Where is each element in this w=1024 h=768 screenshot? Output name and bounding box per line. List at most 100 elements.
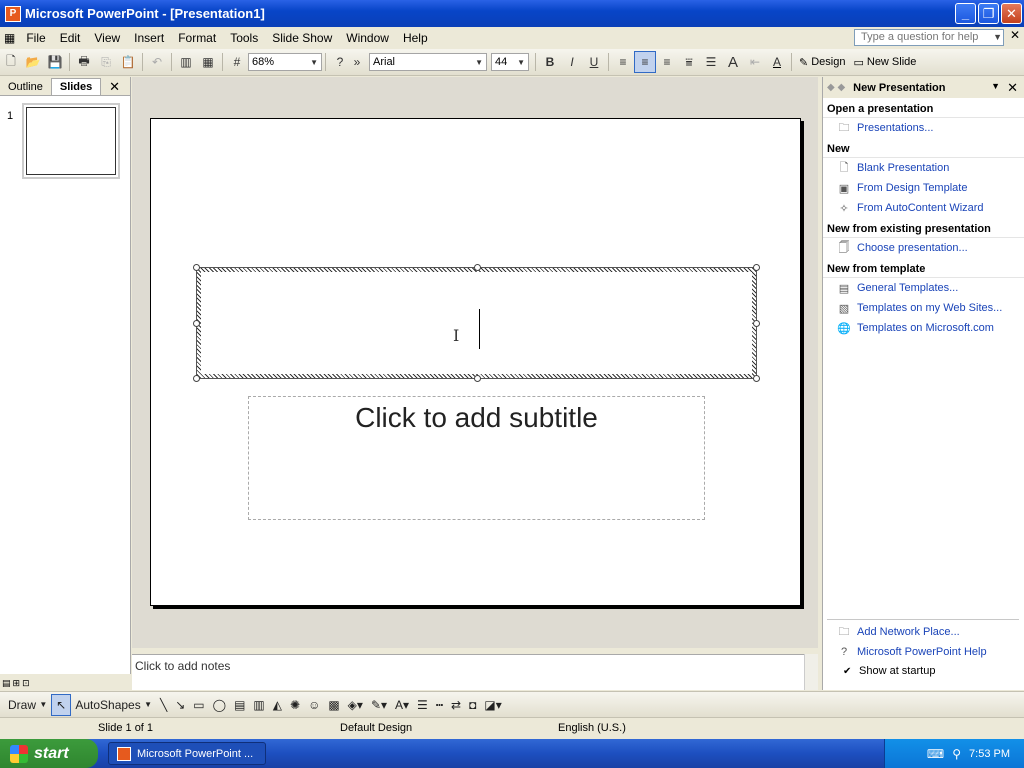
resize-handle[interactable] xyxy=(474,375,481,382)
clipart-icon[interactable]: ☺ xyxy=(304,694,324,716)
insert-table-icon[interactable]: ▦ xyxy=(197,51,219,73)
keyboard-icon[interactable]: ⌨ xyxy=(927,747,944,761)
resize-handle[interactable] xyxy=(474,264,481,271)
menu-format[interactable]: Format xyxy=(171,31,223,45)
italic-button[interactable]: I xyxy=(561,51,583,73)
org-chart-icon[interactable]: ✺ xyxy=(286,694,304,716)
picture-icon[interactable]: ▩ xyxy=(324,694,343,716)
link-microsoft-templates[interactable]: 🌐 Templates on Microsoft.com xyxy=(823,318,1024,338)
resize-handle[interactable] xyxy=(753,375,760,382)
open-icon[interactable]: 📂 xyxy=(22,51,44,73)
menu-tools[interactable]: Tools xyxy=(223,31,265,45)
help-icon[interactable]: ? xyxy=(329,51,351,73)
new-slide-button[interactable]: ▭ New Slide xyxy=(849,56,920,69)
slide-canvas[interactable]: I Click to add subtitle xyxy=(150,118,801,606)
copy-icon[interactable]: ⎘ xyxy=(95,51,117,73)
draw-menu-button[interactable]: Draw ▼ xyxy=(4,694,51,716)
rectangle-icon[interactable]: ▭ xyxy=(189,694,208,716)
oval-icon[interactable]: ◯ xyxy=(209,694,230,716)
align-right-icon[interactable]: ≡ xyxy=(656,51,678,73)
font-select[interactable]: Arial ▼ xyxy=(369,53,487,71)
print-icon[interactable]: 🖶 xyxy=(73,51,95,73)
minimize-button[interactable]: _ xyxy=(955,3,976,24)
link-powerpoint-help[interactable]: ? Microsoft PowerPoint Help xyxy=(823,642,1023,662)
task-pane-nav-icon[interactable]: ◆ ◆ xyxy=(827,82,845,93)
slide-sorter-icon[interactable]: ⊞ xyxy=(13,678,21,689)
font-color-icon[interactable]: A xyxy=(766,51,788,73)
underline-button[interactable]: U xyxy=(583,51,605,73)
powerpoint-icon[interactable]: P xyxy=(5,5,21,22)
link-web-templates[interactable]: ▧ Templates on my Web Sites... xyxy=(823,298,1024,318)
document-close-icon[interactable]: ✕ xyxy=(1010,28,1020,42)
subtitle-placeholder[interactable]: Click to add subtitle xyxy=(248,396,705,520)
normal-view-icon[interactable]: ▤ xyxy=(2,678,11,689)
diagram-icon[interactable]: ◭ xyxy=(269,694,286,716)
insert-chart-icon[interactable]: ▥ xyxy=(175,51,197,73)
resize-handle[interactable] xyxy=(193,375,200,382)
arrow-style-icon[interactable]: ⇄ xyxy=(447,694,465,716)
3d-icon[interactable]: ◪▾ xyxy=(480,694,505,716)
ask-question-input[interactable]: Type a question for help xyxy=(854,29,1004,46)
start-button[interactable]: start xyxy=(0,739,98,768)
taskbar-item-powerpoint[interactable]: Microsoft PowerPoint ... xyxy=(108,742,266,765)
chevron-down-icon[interactable]: ▼ xyxy=(991,81,1000,91)
link-blank-presentation[interactable]: 🗋 Blank Presentation xyxy=(823,158,1024,178)
bullets-icon[interactable]: ☰ xyxy=(700,51,722,73)
link-general-templates[interactable]: ▤ General Templates... xyxy=(823,278,1024,298)
font-size-select[interactable]: 44 ▼ xyxy=(491,53,529,71)
menu-window[interactable]: Window xyxy=(339,31,396,45)
resize-handle[interactable] xyxy=(193,320,200,327)
close-icon[interactable]: ✕ xyxy=(1007,80,1018,96)
design-button[interactable]: ✎ Design xyxy=(795,56,849,69)
undo-icon[interactable]: ↶ xyxy=(146,51,168,73)
menu-file[interactable]: File xyxy=(19,31,52,45)
distribute-icon[interactable]: ⩸ xyxy=(678,51,700,73)
resize-handle[interactable] xyxy=(753,264,760,271)
menu-insert[interactable]: Insert xyxy=(127,31,171,45)
line-style-icon[interactable]: ☰ xyxy=(413,694,432,716)
resize-handle[interactable] xyxy=(193,264,200,271)
font-color-icon[interactable]: A▾ xyxy=(391,694,413,716)
link-autocontent-wizard[interactable]: ✧ From AutoContent Wizard xyxy=(823,198,1024,218)
autoshapes-menu-button[interactable]: AutoShapes ▼ xyxy=(71,694,156,716)
select-objects-icon[interactable]: ↖ xyxy=(51,693,72,716)
network-icon[interactable]: ⚲ xyxy=(952,747,961,761)
close-button[interactable]: ✕ xyxy=(1001,3,1022,24)
close-icon[interactable]: ✕ xyxy=(109,79,120,95)
menu-help[interactable]: Help xyxy=(396,31,435,45)
chevron-down-icon[interactable]: ▼ xyxy=(993,29,1002,46)
notes-pane[interactable]: Click to add notes xyxy=(132,654,804,690)
textbox-icon[interactable]: ▤ xyxy=(230,694,249,716)
arrow-icon[interactable]: ↘ xyxy=(171,694,189,716)
grid-icon[interactable]: # xyxy=(226,51,248,73)
show-at-startup-checkbox[interactable]: ✔ Show at startup xyxy=(823,662,1023,680)
menu-edit[interactable]: Edit xyxy=(53,31,88,45)
align-left-icon[interactable]: ≡ xyxy=(612,51,634,73)
doc-menu-icon[interactable]: ▦ xyxy=(0,31,19,45)
clock[interactable]: 7:53 PM xyxy=(969,748,1010,760)
notes-scrollbar[interactable] xyxy=(804,654,818,690)
slide-thumbnail[interactable] xyxy=(22,103,120,179)
title-placeholder[interactable]: I xyxy=(193,264,760,382)
slide-show-icon[interactable]: ⊡ xyxy=(22,678,30,689)
restore-button[interactable]: ❐ xyxy=(978,3,999,24)
menu-slide-show[interactable]: Slide Show xyxy=(265,31,339,45)
link-design-template[interactable]: ▣ From Design Template xyxy=(823,178,1024,198)
fill-color-icon[interactable]: ◈▾ xyxy=(344,694,367,716)
dash-style-icon[interactable]: ┅ xyxy=(432,694,447,716)
shadow-icon[interactable]: ◘ xyxy=(465,694,480,716)
more-buttons-icon[interactable]: » xyxy=(351,51,363,73)
save-icon[interactable]: 💾 xyxy=(44,51,66,73)
wordart-icon[interactable]: ▥ xyxy=(249,694,268,716)
tab-outline[interactable]: Outline xyxy=(0,79,51,95)
tab-slides[interactable]: Slides xyxy=(50,78,102,95)
link-choose-presentation[interactable]: 🗍 Choose presentation... xyxy=(823,238,1024,258)
menu-view[interactable]: View xyxy=(87,31,127,45)
decrease-font-icon[interactable]: ⇤ xyxy=(744,51,766,73)
resize-handle[interactable] xyxy=(753,320,760,327)
line-color-icon[interactable]: ✎▾ xyxy=(367,694,391,716)
paste-icon[interactable]: 📋 xyxy=(117,51,139,73)
bold-button[interactable]: B xyxy=(539,51,561,73)
link-add-network-place[interactable]: 🗀 Add Network Place... xyxy=(823,622,1023,642)
line-icon[interactable]: ╲ xyxy=(156,694,171,716)
